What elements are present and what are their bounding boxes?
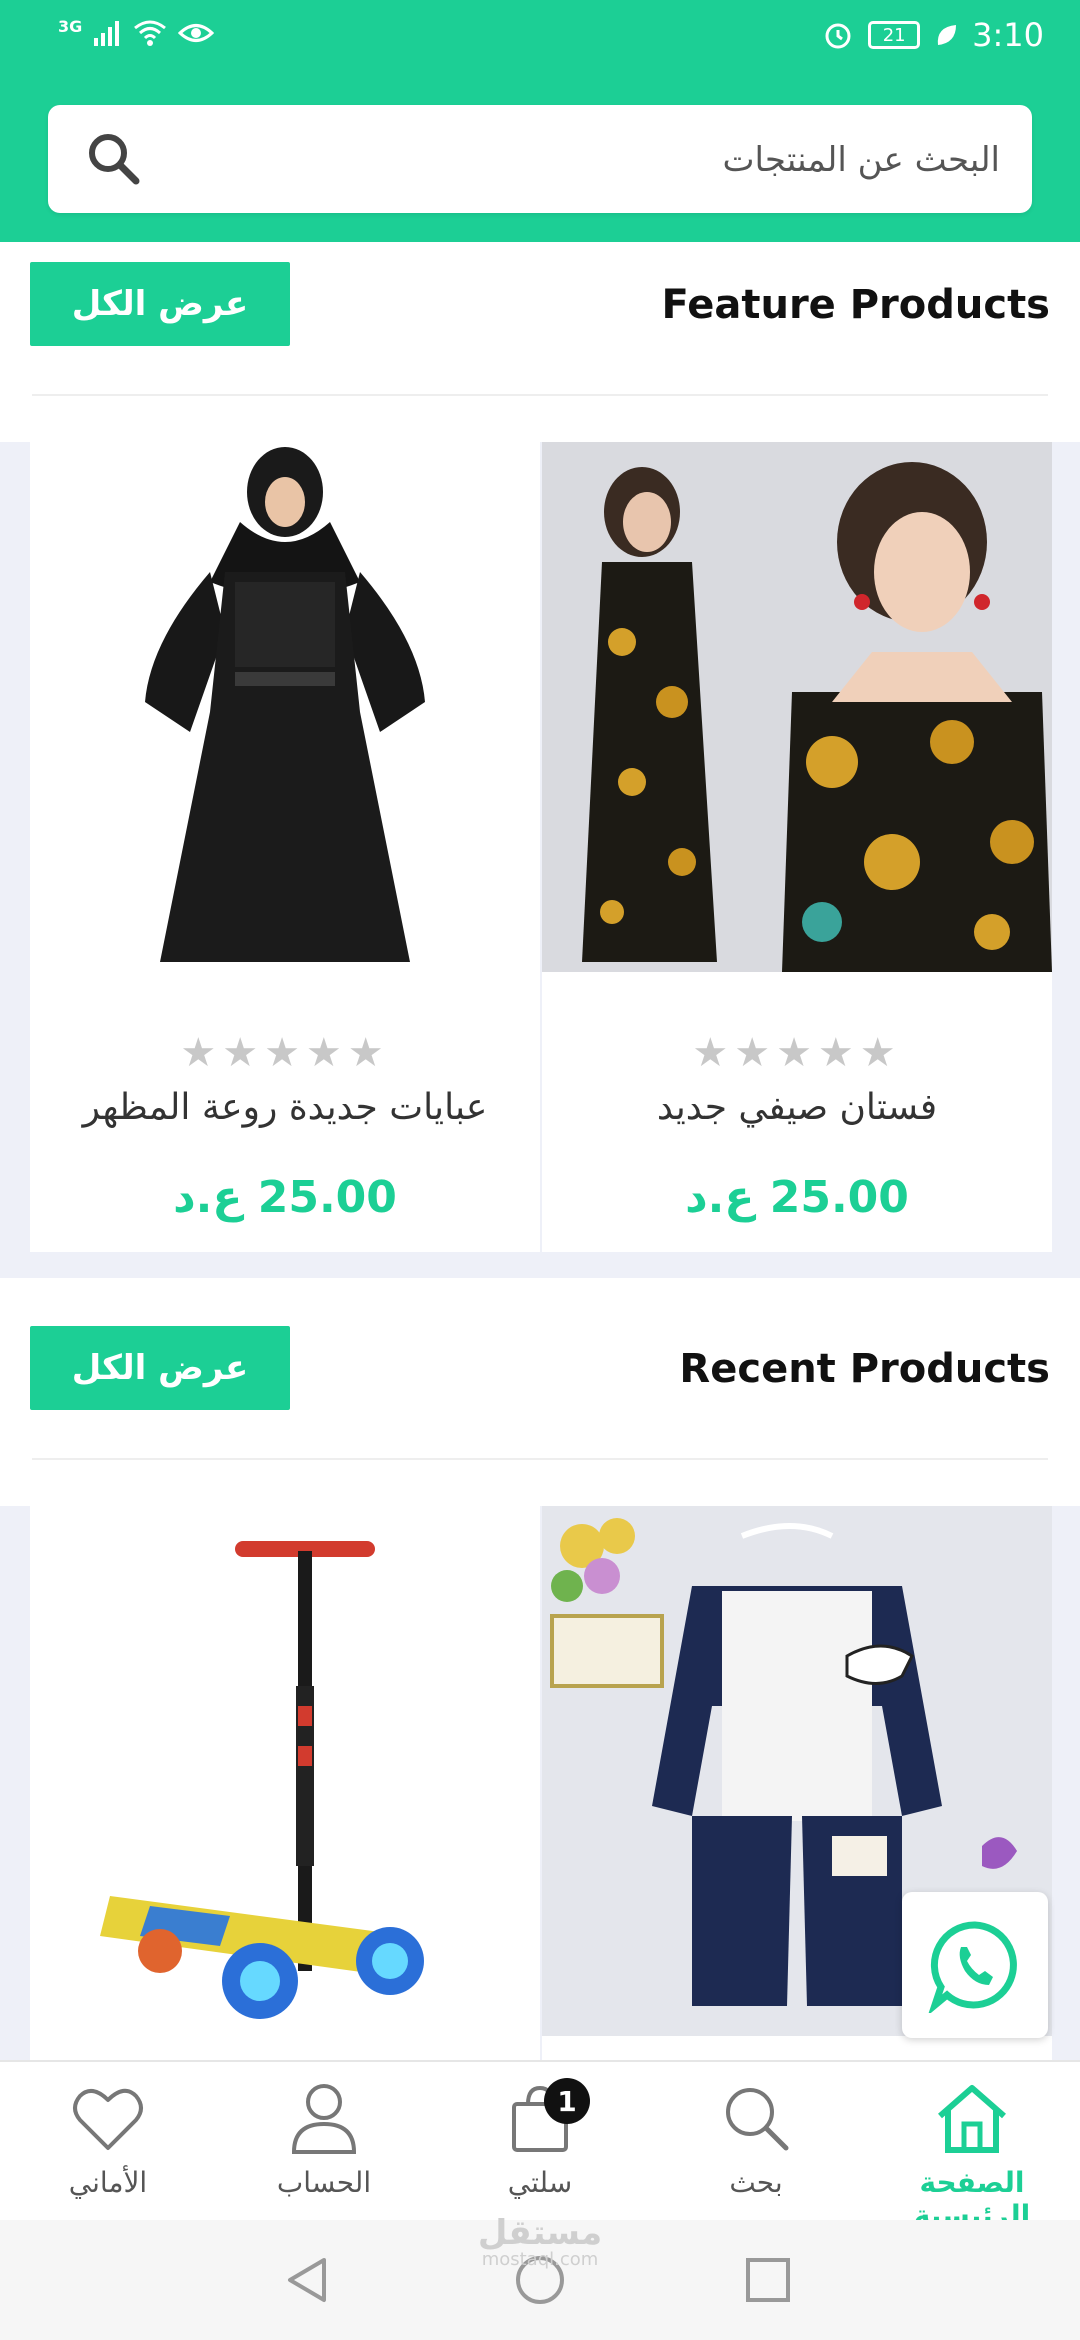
product-image[interactable]: [30, 1506, 540, 2036]
product-image[interactable]: [30, 442, 540, 972]
nav-search[interactable]: بحث: [648, 2082, 864, 2199]
watermark: مستقل mostaql.com: [460, 2216, 620, 2270]
nav-account[interactable]: الحساب: [216, 2082, 432, 2199]
status-bar-right: 21 3:10: [822, 16, 1044, 54]
product-price: 25.00 ع.د: [173, 1172, 397, 1223]
search-input[interactable]: [178, 125, 1002, 195]
search-icon[interactable]: [84, 129, 144, 193]
nav-search-label: بحث: [729, 2166, 783, 2199]
home-icon: [938, 2085, 1006, 2153]
recent-header: عرض الكل Recent Products: [0, 1326, 1080, 1416]
bottom-navigation: الصفحة الرئيسية بحث 1 سلتي الحساب الأمان…: [0, 2060, 1080, 2232]
divider: [32, 394, 1048, 396]
heart-icon: [73, 2088, 143, 2150]
nav-cart[interactable]: 1 سلتي: [432, 2078, 648, 2199]
recent-view-all-button[interactable]: عرض الكل: [30, 1326, 290, 1410]
whatsapp-icon[interactable]: [927, 1917, 1023, 2013]
nav-account-label: الحساب: [276, 2166, 372, 2199]
battery-indicator: 21: [868, 21, 921, 49]
product-card[interactable]: [30, 1506, 540, 2066]
featured-title: Feature Products: [661, 282, 1050, 328]
leaf-icon: [937, 25, 957, 45]
whatsapp-button[interactable]: [902, 1892, 1048, 2038]
product-image[interactable]: [542, 442, 1052, 972]
recent-apps-icon[interactable]: [744, 2256, 792, 2304]
nav-home[interactable]: الصفحة الرئيسية: [864, 2082, 1080, 2232]
product-name[interactable]: فستان صيفي جديد: [542, 1087, 1052, 1128]
watermark-sub: mostaql.com: [481, 2249, 599, 2270]
nav-wishlist-label: الأماني: [68, 2166, 148, 2199]
product-name[interactable]: عبايات جديدة روعة المظهر: [30, 1087, 540, 1128]
watermark-main: مستقل: [477, 2213, 603, 2253]
rating-stars: ★★★★★: [180, 1030, 390, 1076]
divider: [32, 1458, 1048, 1460]
rating-stars: ★★★★★: [692, 1030, 902, 1076]
search-icon: [726, 2088, 789, 2151]
top-header: 3G 21 3:10: [0, 0, 1080, 242]
product-price: 25.00 ع.د: [685, 1172, 909, 1223]
signal-icon: [94, 21, 120, 46]
wifi-icon: [134, 20, 167, 46]
nav-cart-label: سلتي: [507, 2166, 573, 2199]
recent-title: Recent Products: [679, 1346, 1050, 1392]
alarm-icon: [825, 23, 851, 49]
featured-products-grid: ★★★★★ عبايات جديدة روعة المظهر 25.00 ع.د: [0, 442, 1080, 1278]
product-card[interactable]: ★★★★★ عبايات جديدة روعة المظهر 25.00 ع.د: [30, 442, 540, 1252]
cart-badge: 1: [544, 2078, 590, 2124]
featured-header: عرض الكل Feature Products: [0, 262, 1080, 352]
featured-view-all-button[interactable]: عرض الكل: [30, 262, 290, 346]
product-card[interactable]: ★★★★★ فستان صيفي جديد 25.00 ع.د: [542, 442, 1052, 1252]
clock: 3:10: [972, 16, 1044, 54]
search-bar[interactable]: [48, 105, 1032, 213]
eye-icon: [178, 24, 215, 42]
status-bar-left: 3G: [58, 16, 215, 48]
user-icon: [291, 2084, 357, 2154]
network-type: 3G: [58, 16, 83, 36]
back-icon[interactable]: [282, 2254, 332, 2306]
nav-wishlist[interactable]: الأماني: [0, 2082, 216, 2199]
